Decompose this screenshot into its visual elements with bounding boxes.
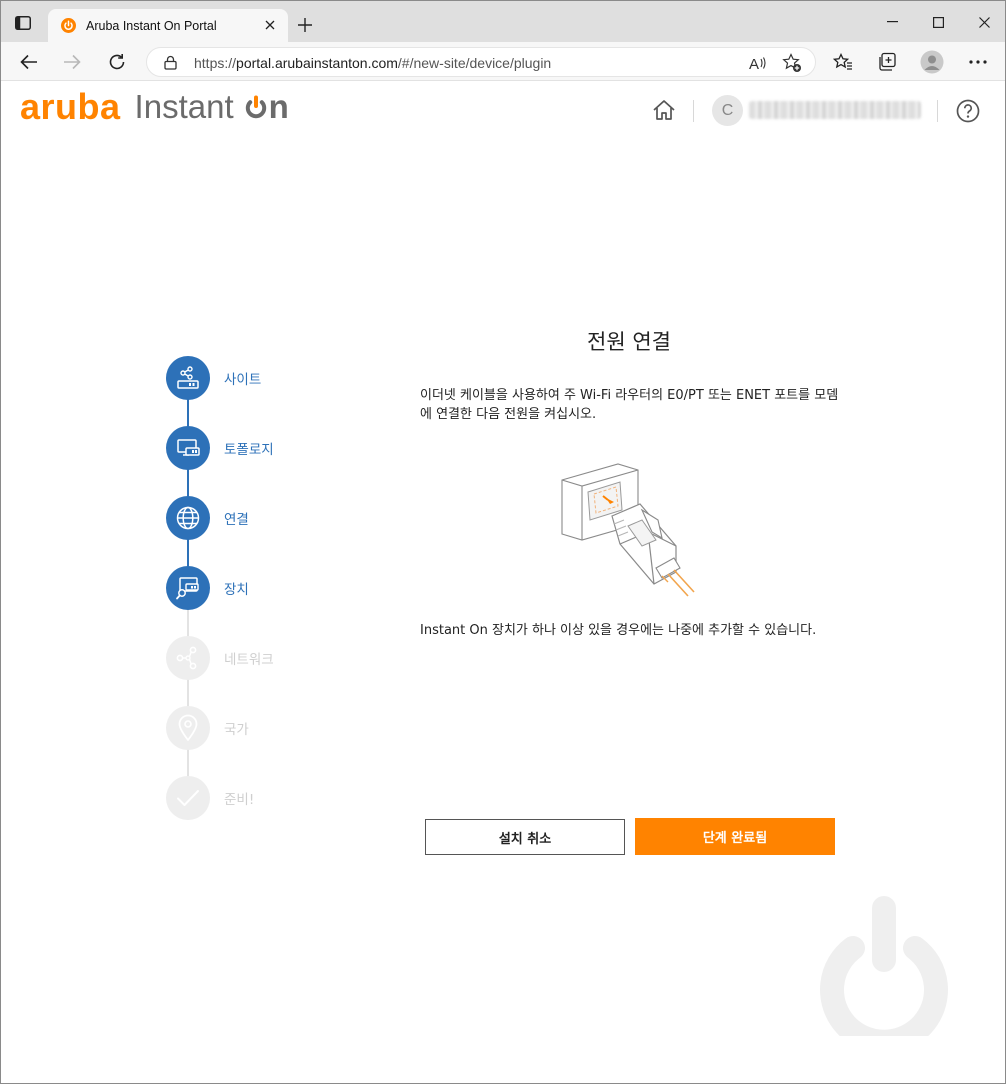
step-label: 토폴로지	[224, 442, 274, 458]
page-title: 전원 연결	[587, 330, 671, 354]
refresh-icon[interactable]	[104, 49, 130, 75]
lock-icon[interactable]	[164, 55, 178, 71]
more-icon[interactable]	[965, 49, 991, 75]
step-label: 국가	[224, 722, 249, 738]
step-connect[interactable]: 연결	[166, 496, 366, 540]
step-country[interactable]: 국가	[166, 706, 366, 750]
browser-toolbar: https://portal.arubainstanton.com/#/new-…	[1, 42, 1005, 81]
close-window-icon[interactable]	[970, 11, 998, 33]
site-icon	[166, 356, 210, 400]
setup-stepper: 사이트 토폴로지 연결 장치 네트워크 국가 준비!	[166, 356, 366, 826]
logo-product: Instant	[134, 88, 234, 125]
collections-icon[interactable]	[874, 49, 900, 75]
logo-on: n	[244, 88, 289, 126]
browser-tab[interactable]: Aruba Instant On Portal	[48, 9, 288, 42]
instruction-text: 이더넷 케이블을 사용하여 주 Wi-Fi 라우터의 E0/PT 또는 ENET…	[420, 388, 839, 422]
address-bar[interactable]: https://portal.arubainstanton.com/#/new-…	[146, 47, 816, 77]
stepper-line-pending	[187, 588, 189, 798]
step-label: 장치	[224, 582, 249, 598]
step-label: 사이트	[224, 372, 262, 388]
home-icon[interactable]	[652, 99, 676, 123]
header-divider	[937, 100, 938, 122]
favorites-icon[interactable]	[830, 49, 856, 75]
read-aloud-icon[interactable]: A	[747, 52, 769, 74]
svg-text:A: A	[749, 56, 759, 71]
background-power-icon	[817, 896, 951, 1054]
power-icon	[60, 18, 76, 34]
url-text: https://portal.arubainstanton.com/#/new-…	[194, 55, 552, 71]
plus-icon[interactable]	[293, 13, 317, 37]
step-topology[interactable]: 토폴로지	[166, 426, 366, 470]
step-site[interactable]: 사이트	[166, 356, 366, 400]
tab-title: Aruba Instant On Portal	[86, 18, 217, 33]
network-icon	[166, 636, 210, 680]
step-device[interactable]: 장치	[166, 566, 366, 610]
close-icon[interactable]	[262, 17, 278, 33]
user-email-redacted[interactable]	[749, 101, 921, 119]
topology-icon	[166, 426, 210, 470]
step-ready[interactable]: 준비!	[166, 776, 366, 820]
back-arrow-icon[interactable]	[16, 49, 42, 75]
tab-actions-icon[interactable]	[11, 12, 35, 34]
device-search-icon	[166, 566, 210, 610]
maximize-icon[interactable]	[924, 11, 952, 33]
page: aruba Instant n C 사이트 토폴로지 연결 장치 네트워크 국가…	[1, 81, 1005, 1083]
help-icon[interactable]	[956, 99, 980, 123]
globe-icon	[166, 496, 210, 540]
location-pin-icon	[166, 706, 210, 750]
cancel-setup-button[interactable]: 설치 취소	[425, 819, 625, 855]
profile-icon[interactable]	[919, 49, 945, 75]
user-avatar[interactable]: C	[712, 95, 743, 126]
power-icon	[245, 95, 266, 119]
step-network[interactable]: 네트워크	[166, 636, 366, 680]
logo-brand: aruba	[20, 86, 121, 127]
stepper-line-complete	[187, 378, 189, 588]
step-label: 네트워크	[224, 652, 274, 668]
step-complete-button[interactable]: 단계 완료됨	[635, 818, 835, 855]
logo-suffix: n	[268, 88, 289, 125]
header-divider	[693, 100, 694, 122]
minimize-icon[interactable]	[878, 11, 906, 33]
forward-arrow-icon[interactable]	[59, 49, 85, 75]
check-icon	[166, 776, 210, 820]
step-label: 준비!	[224, 792, 255, 808]
aruba-instant-on-logo[interactable]: aruba Instant n	[20, 86, 289, 127]
step-label: 연결	[224, 512, 249, 528]
browser-window: Aruba Instant On Portal https://portal.a…	[0, 0, 1006, 1084]
ethernet-plug-illustration	[558, 460, 700, 600]
tab-bar: Aruba Instant On Portal	[1, 1, 1005, 42]
note-text: Instant On 장치가 하나 이상 있을 경우에는 나중에 추가할 수 있…	[420, 623, 817, 638]
star-plus-icon[interactable]	[781, 52, 803, 74]
